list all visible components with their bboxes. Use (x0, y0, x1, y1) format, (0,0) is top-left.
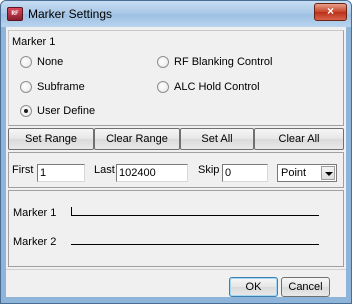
last-label: Last (94, 164, 115, 176)
clear-range-button[interactable]: Clear Range (94, 128, 180, 150)
window-title: Marker Settings (28, 7, 113, 21)
last-field[interactable]: 102400 (116, 164, 188, 182)
range-action-buttons: Set Range Clear Range Set All Clear All (8, 128, 344, 150)
unit-select-value: Point (281, 167, 307, 179)
skip-field[interactable]: 0 (222, 164, 268, 182)
radio-subframe-label: Subframe (37, 81, 85, 93)
marker1-trace[interactable] (71, 215, 319, 216)
radio-rf-blanking-label: RF Blanking Control (174, 56, 273, 68)
marker-settings-window: RF Marker Settings × Marker 1 None Subfr… (0, 0, 352, 304)
radio-rf-blanking-control[interactable]: RF Blanking Control (157, 55, 287, 69)
app-icon: RF (7, 7, 23, 21)
title-bar[interactable]: RF Marker Settings × (1, 1, 351, 27)
footer-divider (6, 269, 346, 270)
first-field[interactable]: 1 (37, 164, 85, 182)
unit-select[interactable]: Point (277, 164, 337, 182)
dialog-body: Marker 1 None Subframe User Define RF Bl… (6, 27, 346, 297)
marker-group-label: Marker 1 (12, 36, 56, 48)
cancel-button[interactable]: Cancel (281, 277, 330, 297)
radio-user-define-dot[interactable] (20, 105, 32, 117)
chevron-down-icon[interactable] (321, 166, 335, 180)
radio-alc-hold-label: ALC Hold Control (174, 81, 260, 93)
radio-user-define[interactable]: User Define (20, 104, 120, 118)
set-range-button[interactable]: Set Range (8, 128, 94, 150)
clear-all-button[interactable]: Clear All (254, 128, 344, 150)
set-all-button[interactable]: Set All (180, 128, 254, 150)
first-label: First (12, 164, 34, 176)
close-button[interactable]: × (314, 3, 347, 21)
radio-alc-hold-dot[interactable] (157, 81, 169, 93)
skip-label: Skip (198, 164, 220, 176)
radio-none-dot[interactable] (20, 56, 32, 68)
ok-button[interactable]: OK (229, 277, 278, 297)
radio-alc-hold-control[interactable]: ALC Hold Control (157, 80, 277, 94)
radio-rf-blanking-dot[interactable] (157, 56, 169, 68)
radio-subframe-dot[interactable] (20, 81, 32, 93)
marker1-label: Marker 1 (13, 207, 57, 219)
radio-user-define-label: User Define (37, 105, 96, 117)
marker2-label: Marker 2 (13, 236, 57, 248)
radio-subframe[interactable]: Subframe (20, 80, 100, 94)
marker2-trace[interactable] (71, 244, 319, 245)
marker-display-group (8, 190, 344, 267)
radio-none[interactable]: None (20, 55, 90, 69)
radio-none-label: None (37, 56, 64, 68)
